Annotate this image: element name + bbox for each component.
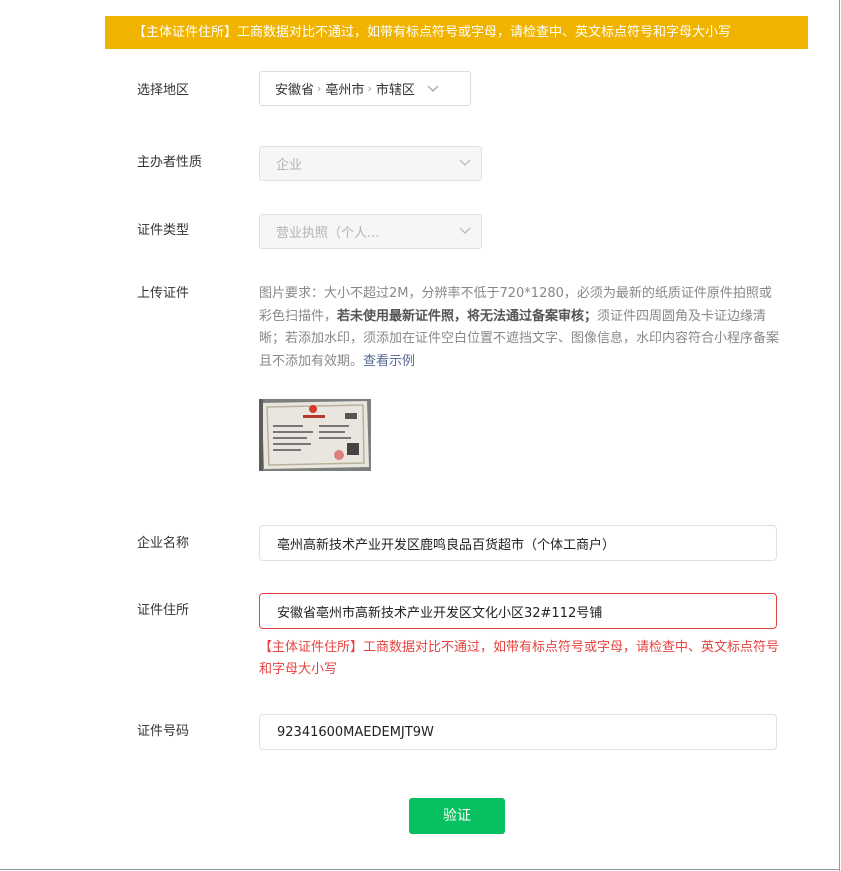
cert-address-input[interactable]: 安徽省亳州市高新技术产业开发区文化小区32#112号铺 xyxy=(259,593,777,629)
region-select[interactable]: 安徽省 › 亳州市 › 市辖区 xyxy=(259,71,471,106)
view-example-link[interactable]: 查看示例 xyxy=(363,354,415,369)
upload-requirements: 图片要求：大小不超过2M，分辨率不低于720*1280，必须为最新的纸质证件原件… xyxy=(259,283,779,373)
cert-type-label: 证件类型 xyxy=(137,223,190,238)
region-label: 选择地区 xyxy=(137,83,190,98)
cert-number-label: 证件号码 xyxy=(137,724,190,739)
verify-button[interactable]: 验证 xyxy=(409,798,505,834)
chevron-down-icon xyxy=(459,227,471,235)
chevron-down-icon xyxy=(459,159,471,167)
cert-address-error: 【主体证件住所】工商数据对比不通过，如带有标点符号或字母，请检查中、英文标点符号… xyxy=(259,640,780,677)
registration-form-page: 【主体证件住所】工商数据对比不通过，如带有标点符号或字母，请检查中、英文标点符号… xyxy=(0,0,841,871)
cert-address-label: 证件住所 xyxy=(137,603,190,618)
cert-type-value: 营业执照（个人... xyxy=(276,226,380,241)
page-border-right xyxy=(839,0,840,871)
cert-number-input[interactable]: 92341600MAEDEMJT9W xyxy=(259,714,777,750)
sponsor-type-select: 企业 xyxy=(259,146,482,181)
province-value: 安徽省 xyxy=(275,83,315,98)
upload-label: 上传证件 xyxy=(137,286,190,301)
district-value: 市辖区 xyxy=(375,83,415,98)
error-banner: 【主体证件住所】工商数据对比不通过，如带有标点符号或字母，请检查中、英文标点符号… xyxy=(105,16,808,49)
cert-type-select: 营业执照（个人... xyxy=(259,214,482,249)
sponsor-type-label: 主办者性质 xyxy=(137,155,203,170)
city-value: 亳州市 xyxy=(325,83,365,98)
chevron-right-icon: › xyxy=(317,82,322,95)
company-name-input[interactable]: 亳州高新技术产业开发区鹿鸣良品百货超市（个体工商户） xyxy=(259,525,777,561)
chevron-down-icon xyxy=(427,85,439,93)
company-name-label: 企业名称 xyxy=(137,536,190,551)
chevron-right-icon: › xyxy=(367,82,372,95)
page-border-bottom xyxy=(0,869,840,870)
upload-desc-warning: 若未使用最新证件照，将无法通过备案审核； xyxy=(337,308,598,324)
sponsor-type-value: 企业 xyxy=(276,158,303,173)
uploaded-license-thumbnail[interactable] xyxy=(259,399,371,471)
